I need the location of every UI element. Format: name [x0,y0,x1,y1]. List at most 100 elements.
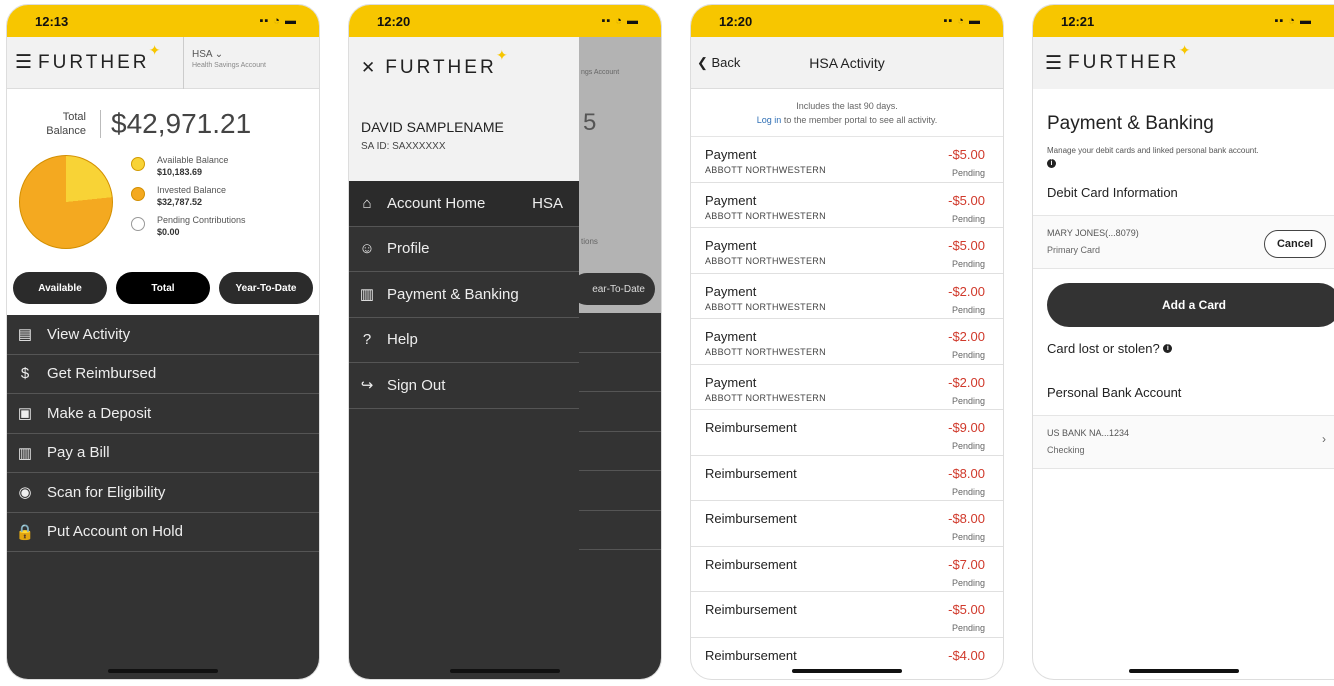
close-icon[interactable]: ✕ [361,58,375,78]
cancel-card-button[interactable]: Cancel [1264,230,1326,258]
transaction-amount: -$9.00 [948,420,985,435]
transaction-row[interactable]: Reimbursement -$5.00 Pending [691,592,1003,638]
status-bar: 12:20 ▪▪ ◔ ▬ [691,5,1003,37]
card-lost-row[interactable]: Card lost or stolen? i [1033,327,1334,369]
menu-make-deposit[interactable]: ▣ Make a Deposit [7,394,319,434]
status-time: 12:20 [377,13,411,29]
status-bar: 12:13 ▪▪ ◔ ▬ [7,5,319,37]
transaction-row[interactable]: Payment ABBOTT NORTHWESTERN -$2.00 Pending [691,274,1003,319]
home-indicator [450,669,560,673]
login-link[interactable]: Log in [757,115,782,125]
transaction-amount: -$5.00 [948,602,985,617]
home-indicator [1128,669,1239,673]
transaction-amount: -$2.00 [948,283,985,299]
transaction-amount: -$2.00 [948,329,985,344]
menu-put-on-hold[interactable]: 🔒 Put Account on Hold [7,513,319,552]
total-balance-amount: $42,971.21 [111,108,252,139]
transaction-row[interactable]: Reimbursement -$8.00 Pending [691,501,1003,547]
transaction-amount: -$2.00 [948,374,985,390]
chevron-right-icon: › [1322,432,1326,446]
debit-card-heading: Debit Card Information [1047,184,1178,200]
menu-view-activity[interactable]: ▤ View Activity [7,315,319,355]
transaction-amount: -$8.00 [948,465,985,481]
user-name: DAVID SAMPLENAME [361,119,504,135]
menu-pay-bill[interactable]: ▥ Pay a Bill [7,434,319,473]
bank-type: Checking [1047,445,1085,455]
tab-available[interactable]: Available [13,272,107,304]
balance-pie-chart [19,155,113,249]
transaction-status: Pending [951,395,985,406]
phone-hsa-activity: 12:20 ▪▪ ◔ ▬ ❮ Back HSA Activity Include… [690,4,1004,680]
activity-icon: ▤ [17,326,33,344]
transaction-status: Pending [951,304,985,315]
bill-icon: ▥ [17,444,33,462]
transaction-row[interactable]: Reimbursement -$4.00 [691,638,1003,680]
drawer-item-sign-out[interactable]: ↪ Sign Out [349,363,579,409]
transaction-row[interactable]: Payment ABBOTT NORTHWESTERN -$5.00 Pending [691,183,1003,228]
bank-name: US BANK NA...1234 [1047,428,1130,438]
bank-account-row[interactable]: US BANK NA...1234 Checking › [1033,415,1334,469]
transaction-merchant: ABBOTT NORTHWESTERN [705,256,826,266]
transaction-type: Payment [705,374,757,390]
transaction-type: Payment [705,147,757,162]
transaction-type: Reimbursement [705,420,797,435]
info-icon[interactable]: i [1163,343,1173,353]
status-bar: 12:20 ▪▪ ◔ ▬ [349,5,661,37]
status-bar: 12:21 ▪▪ ◔ ▬ [1033,5,1334,37]
transaction-type: Reimbursement [705,465,797,481]
drawer-item-profile[interactable]: ☺ Profile [349,226,579,272]
info-icon[interactable]: i [1047,159,1056,168]
transaction-type: Payment [705,192,757,208]
bank-account-heading: Personal Bank Account [1047,384,1182,400]
legend-item: Available Balance $10,183.69 [131,155,246,177]
transaction-amount: -$4.00 [948,647,985,663]
transaction-status: Pending [951,441,985,451]
transaction-list: Payment ABBOTT NORTHWESTERN -$5.00 Pending P… [691,137,1003,680]
drawer-header: ✕ FURTHER ✦ DAVID SAMPLENAME SA ID: SAXXX… [349,37,579,181]
nav-drawer: ✕ FURTHER ✦ DAVID SAMPLENAME SA ID: SAXXX… [349,37,579,679]
transaction-merchant: ABBOTT NORTHWESTERN [705,347,826,357]
lock-icon: 🔒 [15,523,35,541]
add-card-button[interactable]: Add a Card [1047,283,1334,327]
drawer-item-payment-banking[interactable]: ▥ Payment & Banking [349,272,579,318]
transaction-type: Reimbursement [705,511,797,526]
transaction-row[interactable]: Payment ABBOTT NORTHWESTERN -$5.00 Pending [691,137,1003,183]
profile-icon: ☺ [359,240,375,258]
deposit-icon: ▣ [17,405,33,423]
transaction-type: Payment [705,238,757,253]
drawer-item-help[interactable]: ? Help [349,317,579,363]
menu-scan-eligibility[interactable]: ◉ Scan for Eligibility [7,473,319,513]
logo: FURTHER ✦ [1068,42,1194,73]
transaction-type: Reimbursement [705,647,797,663]
tab-total[interactable]: Total [116,272,210,304]
transaction-amount: -$7.00 [948,556,985,572]
app-header: ☰ FURTHER ✦ [1033,37,1334,89]
transaction-amount: -$5.00 [948,147,985,162]
transaction-row[interactable]: Reimbursement -$8.00 Pending [691,456,1003,501]
total-balance-label: Total Balance [31,110,101,138]
app-header: ☰ FURTHER ✦ HSA ⌄ Health Savings Account [7,37,319,89]
drawer-item-account-home[interactable]: ⌂ Account Home HSA [349,181,579,227]
transaction-amount: -$5.00 [948,238,985,253]
page-title: Payment & Banking [1047,113,1214,134]
tab-year-to-date[interactable]: Year-To-Date [219,272,313,304]
transaction-row[interactable]: Reimbursement -$7.00 Pending [691,547,1003,592]
transaction-row[interactable]: Payment ABBOTT NORTHWESTERN -$2.00 Pending [691,319,1003,365]
hamburger-icon[interactable]: ☰ [1045,52,1062,75]
phone-account-home: 12:13 ▪▪ ◔ ▬ ☰ FURTHER ✦ HSA ⌄ Health Sav… [6,4,320,680]
back-button[interactable]: ❮ Back [697,55,740,71]
transaction-row[interactable]: Payment ABBOTT NORTHWESTERN -$5.00 Pending [691,228,1003,274]
status-time: 12:21 [1061,13,1095,29]
transaction-row[interactable]: Reimbursement -$9.00 Pending [691,410,1003,456]
account-selector[interactable]: HSA ⌄ Health Savings Account [183,37,266,89]
transaction-row[interactable]: Payment ABBOTT NORTHWESTERN -$2.00 Pending [691,365,1003,410]
activity-note: Includes the last 90 days. Log in to the… [691,89,1003,137]
hamburger-icon[interactable]: ☰ [15,51,32,74]
debit-card-row: MARY JONES(...8079) Primary Card Cancel [1033,215,1334,269]
menu-get-reimbursed[interactable]: $ Get Reimbursed [7,355,319,394]
transaction-merchant: ABBOTT NORTHWESTERN [705,301,826,312]
camera-icon: ◉ [18,484,32,502]
background-screen: ngs Account 5 tions ear-To-Date [571,37,661,679]
transaction-status: Pending [951,623,985,633]
phone-payment-banking: 12:21 ▪▪ ◔ ▬ ☰ FURTHER ✦ Payment & Bankin… [1032,4,1334,680]
